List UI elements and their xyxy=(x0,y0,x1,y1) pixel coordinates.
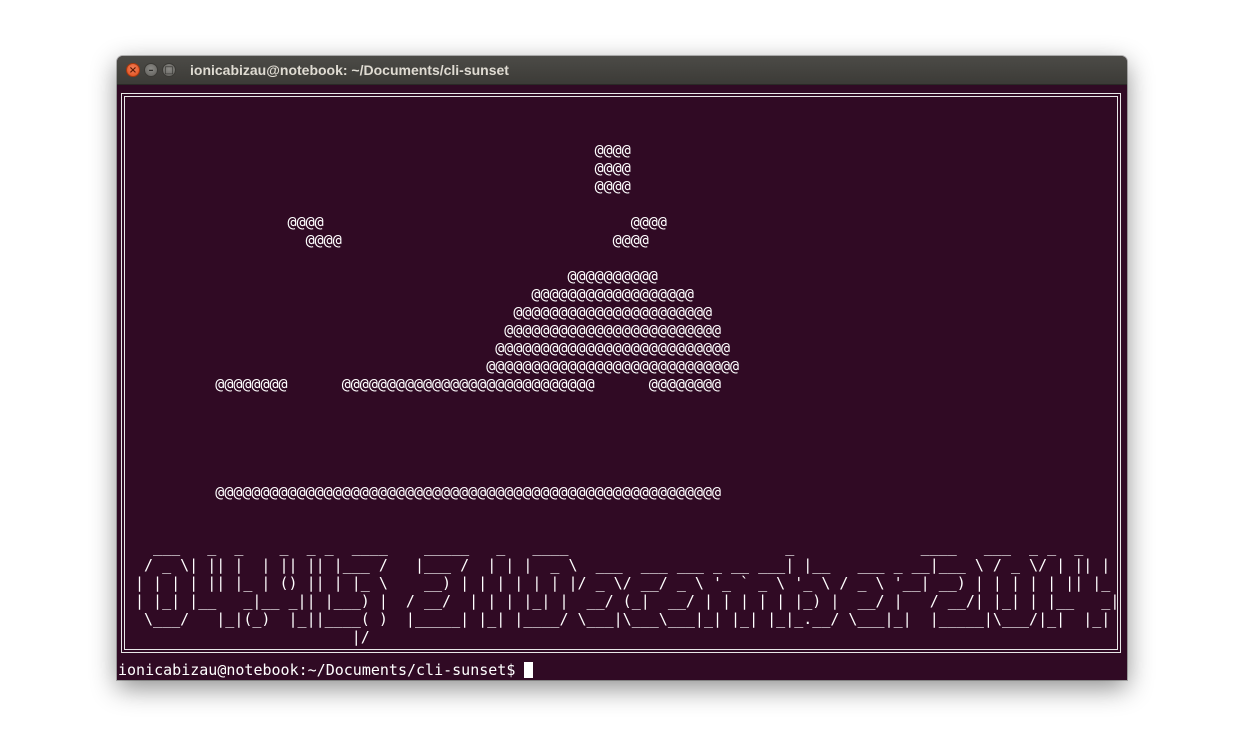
command-prompt[interactable]: ionicabizau@notebook:~/Documents/cli-sun… xyxy=(118,661,534,679)
date-banner-ascii: ___ _ _ _ _ _ ____ _____ _ ____ _ ____ _… xyxy=(135,538,1120,646)
text-cursor xyxy=(524,662,534,678)
close-button[interactable]: × xyxy=(126,63,140,77)
sunset-ascii-art: @@@@ @@@@ @@@@ @@@@ @@@@ @@@@ @@@@ @@@@@… xyxy=(215,141,740,501)
prompt-text: ionicabizau@notebook:~/Documents/cli-sun… xyxy=(118,661,516,679)
minimize-button[interactable]: – xyxy=(144,63,158,77)
terminal-window: × – □ ionicabizau@notebook: ~/Documents/… xyxy=(117,56,1127,680)
title-bar[interactable]: × – □ ionicabizau@notebook: ~/Documents/… xyxy=(117,56,1127,85)
window-title: ionicabizau@notebook: ~/Documents/cli-su… xyxy=(190,62,509,78)
maximize-button[interactable]: □ xyxy=(162,63,176,77)
